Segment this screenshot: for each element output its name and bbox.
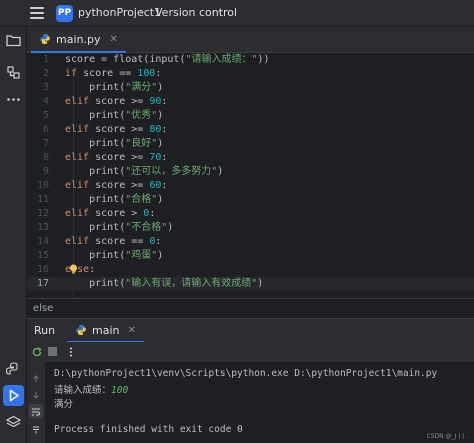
title-bar: PP pythonProject1 ⌄ Version control ⌄ <box>0 0 474 27</box>
code-line[interactable]: 8 elif score >= 70: <box>27 151 474 165</box>
arrow-down-icon[interactable] <box>31 390 41 400</box>
rerun-icon[interactable] <box>31 346 43 358</box>
code-line[interactable]: 7 print("良好") <box>27 137 474 151</box>
breadcrumb[interactable]: else <box>27 298 474 318</box>
structure-icon[interactable] <box>5 64 22 81</box>
editor-tabs: main.py ✕ <box>27 27 474 53</box>
python-file-icon <box>40 34 50 44</box>
run-toolbar <box>27 342 474 362</box>
line-number: 4 <box>42 96 49 107</box>
console-command: D:\pythonProject1\venv\Scripts\python.ex… <box>54 368 438 379</box>
console-output[interactable]: D:\pythonProject1\venv\Scripts\python.ex… <box>45 362 474 443</box>
line-number: 9 <box>42 166 49 177</box>
console-input-value: 100 <box>111 385 129 396</box>
line-number: 10 <box>36 180 49 191</box>
console-output-line: 满分 <box>54 399 74 410</box>
main-menu-icon[interactable] <box>30 6 46 20</box>
scroll-to-end-icon[interactable] <box>31 424 41 434</box>
code-line[interactable]: 9 print("还可以，多多努力") <box>27 165 474 179</box>
line-number: 6 <box>42 124 49 135</box>
code-line[interactable]: 11 print("合格") <box>27 193 474 207</box>
console-prompt-line: 请输入成绩：100 <box>54 385 129 396</box>
project-badge[interactable]: PP <box>56 5 73 22</box>
soft-wrap-icon[interactable] <box>29 404 43 418</box>
stop-icon[interactable] <box>48 347 57 356</box>
python-console-icon[interactable] <box>5 361 22 378</box>
code-editor[interactable]: 1 score = float(input("请输入成绩：")) 2 if sc… <box>27 53 474 328</box>
code-line[interactable]: 6 elif score >= 80: <box>27 123 474 137</box>
code-line[interactable]: 10 elif score >= 60: <box>27 179 474 193</box>
chevron-down-icon[interactable]: ⌄ <box>138 6 146 16</box>
line-number: 12 <box>36 208 49 219</box>
code-line[interactable]: 4 elif score >= 90: <box>27 95 474 109</box>
project-name[interactable]: pythonProject1 <box>78 6 161 19</box>
console-gutter <box>27 362 45 443</box>
line-number: 3 <box>42 82 49 93</box>
code-line-current[interactable]: 17 print("输入有误，请输入有效成绩") <box>27 277 474 291</box>
tab-label: main.py <box>56 32 101 46</box>
code-line[interactable]: 16 else: <box>27 263 474 277</box>
line-number: 1 <box>42 54 49 65</box>
chevron-down-icon[interactable]: ⌄ <box>216 6 224 16</box>
left-tool-bar <box>0 27 27 443</box>
line-number: 7 <box>42 138 49 149</box>
more-vertical-icon[interactable] <box>65 346 77 358</box>
run-icon[interactable] <box>3 385 24 406</box>
line-number: 17 <box>36 278 49 289</box>
line-number: 11 <box>36 194 49 205</box>
code-line[interactable]: 14 elif score == 0: <box>27 235 474 249</box>
run-tab-label: main <box>92 323 120 337</box>
code-line[interactable]: 1 score = float(input("请输入成绩：")) <box>27 53 474 67</box>
code-line[interactable]: 13 print("不合格") <box>27 221 474 235</box>
line-number: 15 <box>36 250 49 261</box>
line-number: 13 <box>36 222 49 233</box>
console-exit-line: Process finished with exit code 0 <box>54 424 243 435</box>
lightbulb-icon[interactable] <box>69 264 78 275</box>
run-tab-main[interactable]: main ✕ <box>67 319 144 343</box>
close-icon[interactable]: ✕ <box>127 325 135 336</box>
code-line[interactable]: 15 print("鸡蛋") <box>27 249 474 263</box>
layers-icon[interactable] <box>5 414 22 431</box>
line-number: 14 <box>36 236 49 247</box>
line-number: 5 <box>42 110 49 121</box>
code-line[interactable]: 3 print("满分") <box>27 81 474 95</box>
code-line[interactable]: 12 elif score > 0: <box>27 207 474 221</box>
version-control-menu[interactable]: Version control <box>155 6 237 19</box>
code-line[interactable]: 2 if score == 100: <box>27 67 474 81</box>
line-number: 16 <box>36 264 49 275</box>
more-icon[interactable] <box>5 91 22 108</box>
line-number: 8 <box>42 152 49 163</box>
watermark: CSDN @_J | | . <box>426 433 468 440</box>
run-panel-header: Run main ✕ <box>27 318 474 343</box>
arrow-up-icon[interactable] <box>31 374 41 384</box>
folder-icon[interactable] <box>5 32 22 49</box>
breadcrumb-item[interactable]: else <box>33 303 53 314</box>
close-icon[interactable]: ✕ <box>109 34 117 45</box>
code-line[interactable]: 5 print("优秀") <box>27 109 474 123</box>
tab-main-py[interactable]: main.py ✕ <box>31 27 126 53</box>
run-panel-title: Run <box>34 324 56 337</box>
python-file-icon <box>76 325 86 335</box>
line-number: 2 <box>42 68 49 79</box>
